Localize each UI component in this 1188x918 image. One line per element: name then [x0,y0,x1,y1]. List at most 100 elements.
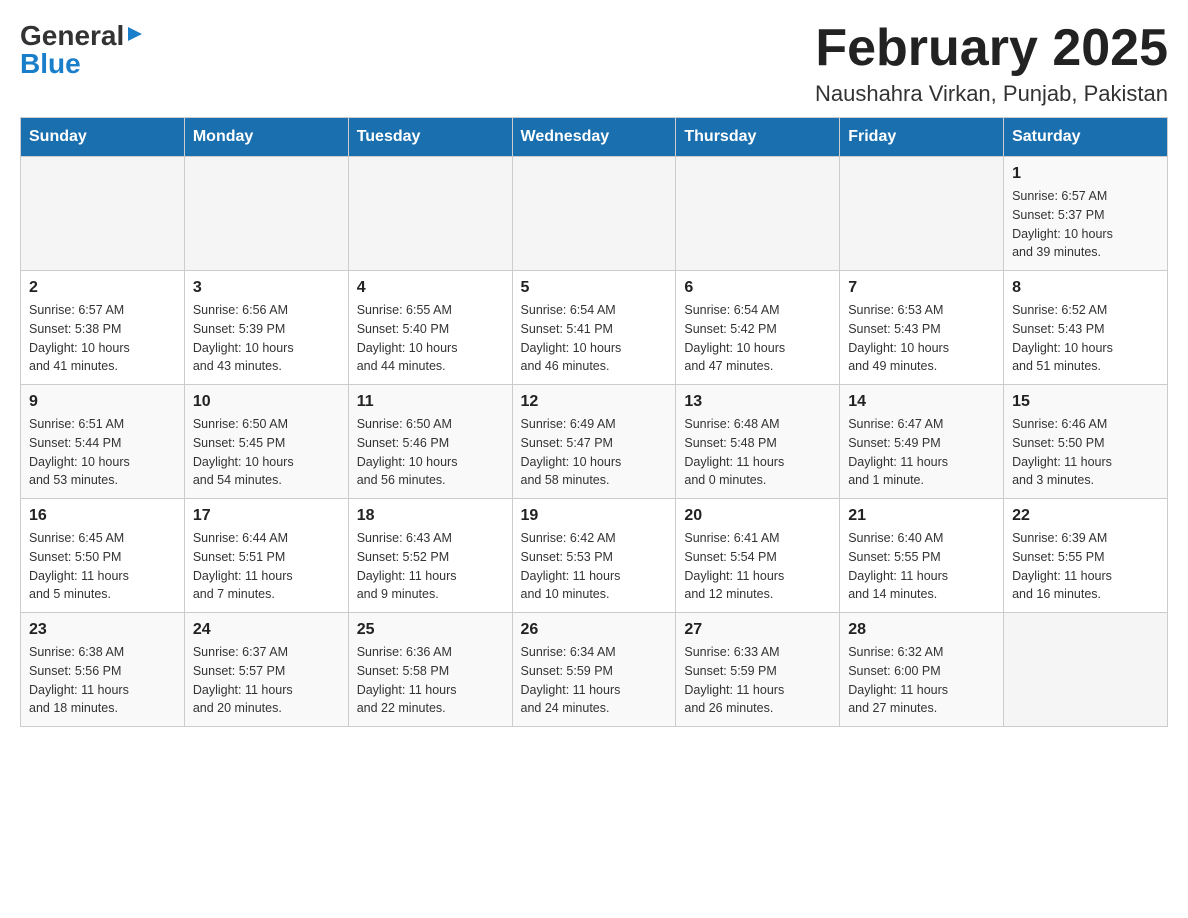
day-info: Sunrise: 6:38 AM Sunset: 5:56 PM Dayligh… [29,643,176,718]
calendar-cell: 18 Sunrise: 6:43 AM Sunset: 5:52 PM Dayli… [348,499,512,613]
calendar-cell: 19 Sunrise: 6:42 AM Sunset: 5:53 PM Dayli… [512,499,676,613]
calendar-cell: 3 Sunrise: 6:56 AM Sunset: 5:39 PM Daylig… [184,271,348,385]
calendar-cell: 26Sunrise: 6:34 AM Sunset: 5:59 PM Dayli… [512,613,676,727]
day-info: Sunrise: 6:36 AM Sunset: 5:58 PM Dayligh… [357,643,504,718]
day-number: 9 [29,393,176,411]
calendar-cell: 22Sunrise: 6:39 AM Sunset: 5:55 PM Dayli… [1004,499,1168,613]
day-info: Sunrise: 6:51 AM Sunset: 5:44 PM Dayligh… [29,415,176,490]
calendar-cell: 6Sunrise: 6:54 AM Sunset: 5:42 PM Daylig… [676,271,840,385]
day-number: 19 [521,507,668,525]
day-info: Sunrise: 6:52 AM Sunset: 5:43 PM Dayligh… [1012,301,1159,376]
day-number: 17 [193,507,340,525]
calendar-cell: 2 Sunrise: 6:57 AM Sunset: 5:38 PM Daylig… [21,271,185,385]
day-number: 8 [1012,279,1159,297]
day-info: Sunrise: 6:53 AM Sunset: 5:43 PM Dayligh… [848,301,995,376]
day-info: Sunrise: 6:37 AM Sunset: 5:57 PM Dayligh… [193,643,340,718]
day-info: Sunrise: 6:54 AM Sunset: 5:41 PM Dayligh… [521,301,668,376]
day-info: Sunrise: 6:43 AM Sunset: 5:52 PM Dayligh… [357,529,504,604]
month-title: February 2025 [815,20,1168,77]
calendar-cell: 15 Sunrise: 6:46 AM Sunset: 5:50 PM Dayli… [1004,385,1168,499]
day-number: 6 [684,279,831,297]
calendar-cell: 8 Sunrise: 6:52 AM Sunset: 5:43 PM Daylig… [1004,271,1168,385]
calendar-cell [512,157,676,271]
day-number: 7 [848,279,995,297]
day-number: 18 [357,507,504,525]
day-info: Sunrise: 6:46 AM Sunset: 5:50 PM Dayligh… [1012,415,1159,490]
calendar-cell [184,157,348,271]
day-number: 25 [357,621,504,639]
week-row-3: 9 Sunrise: 6:51 AM Sunset: 5:44 PM Daylig… [21,385,1168,499]
day-number: 14 [848,393,995,411]
calendar-cell: 5Sunrise: 6:54 AM Sunset: 5:41 PM Daylig… [512,271,676,385]
calendar-cell: 20 Sunrise: 6:41 AM Sunset: 5:54 PM Dayli… [676,499,840,613]
calendar-cell: 25 Sunrise: 6:36 AM Sunset: 5:58 PM Dayli… [348,613,512,727]
calendar-cell [676,157,840,271]
calendar-cell [1004,613,1168,727]
day-number: 4 [357,279,504,297]
header-friday: Friday [840,118,1004,157]
logo-arrow-icon [126,25,144,48]
day-info: Sunrise: 6:57 AM Sunset: 5:38 PM Dayligh… [29,301,176,376]
header-tuesday: Tuesday [348,118,512,157]
calendar-cell: 12Sunrise: 6:49 AM Sunset: 5:47 PM Dayli… [512,385,676,499]
day-info: Sunrise: 6:56 AM Sunset: 5:39 PM Dayligh… [193,301,340,376]
day-number: 1 [1012,165,1159,183]
calendar-cell [348,157,512,271]
day-number: 27 [684,621,831,639]
page-header: General Blue February 2025 Naushahra Vir… [20,20,1168,107]
calendar-cell: 21 Sunrise: 6:40 AM Sunset: 5:55 PM Dayli… [840,499,1004,613]
calendar-cell: 16 Sunrise: 6:45 AM Sunset: 5:50 PM Dayli… [21,499,185,613]
calendar-cell: 28 Sunrise: 6:32 AM Sunset: 6:00 PM Dayli… [840,613,1004,727]
calendar-cell: 13Sunrise: 6:48 AM Sunset: 5:48 PM Dayli… [676,385,840,499]
header-saturday: Saturday [1004,118,1168,157]
calendar-cell [840,157,1004,271]
header-monday: Monday [184,118,348,157]
day-info: Sunrise: 6:40 AM Sunset: 5:55 PM Dayligh… [848,529,995,604]
week-row-5: 23 Sunrise: 6:38 AM Sunset: 5:56 PM Dayli… [21,613,1168,727]
day-number: 26 [521,621,668,639]
day-number: 2 [29,279,176,297]
day-info: Sunrise: 6:45 AM Sunset: 5:50 PM Dayligh… [29,529,176,604]
day-info: Sunrise: 6:50 AM Sunset: 5:45 PM Dayligh… [193,415,340,490]
header-sunday: Sunday [21,118,185,157]
day-info: Sunrise: 6:55 AM Sunset: 5:40 PM Dayligh… [357,301,504,376]
calendar-cell: 10 Sunrise: 6:50 AM Sunset: 5:45 PM Dayli… [184,385,348,499]
day-number: 10 [193,393,340,411]
header-wednesday: Wednesday [512,118,676,157]
day-info: Sunrise: 6:50 AM Sunset: 5:46 PM Dayligh… [357,415,504,490]
calendar-cell: 23 Sunrise: 6:38 AM Sunset: 5:56 PM Dayli… [21,613,185,727]
day-info: Sunrise: 6:42 AM Sunset: 5:53 PM Dayligh… [521,529,668,604]
week-row-1: 1 Sunrise: 6:57 AM Sunset: 5:37 PM Daylig… [21,157,1168,271]
day-info: Sunrise: 6:33 AM Sunset: 5:59 PM Dayligh… [684,643,831,718]
day-info: Sunrise: 6:32 AM Sunset: 6:00 PM Dayligh… [848,643,995,718]
day-number: 15 [1012,393,1159,411]
day-number: 16 [29,507,176,525]
week-row-2: 2 Sunrise: 6:57 AM Sunset: 5:38 PM Daylig… [21,271,1168,385]
day-number: 13 [684,393,831,411]
calendar-cell [21,157,185,271]
calendar-cell: 14 Sunrise: 6:47 AM Sunset: 5:49 PM Dayli… [840,385,1004,499]
day-number: 20 [684,507,831,525]
day-number: 24 [193,621,340,639]
header-thursday: Thursday [676,118,840,157]
calendar-cell: 1 Sunrise: 6:57 AM Sunset: 5:37 PM Daylig… [1004,157,1168,271]
calendar-cell: 27 Sunrise: 6:33 AM Sunset: 5:59 PM Dayli… [676,613,840,727]
day-info: Sunrise: 6:44 AM Sunset: 5:51 PM Dayligh… [193,529,340,604]
day-info: Sunrise: 6:57 AM Sunset: 5:37 PM Dayligh… [1012,187,1159,262]
day-info: Sunrise: 6:41 AM Sunset: 5:54 PM Dayligh… [684,529,831,604]
day-number: 21 [848,507,995,525]
calendar-cell: 9 Sunrise: 6:51 AM Sunset: 5:44 PM Daylig… [21,385,185,499]
calendar-cell: 17 Sunrise: 6:44 AM Sunset: 5:51 PM Dayli… [184,499,348,613]
day-number: 28 [848,621,995,639]
day-info: Sunrise: 6:47 AM Sunset: 5:49 PM Dayligh… [848,415,995,490]
day-number: 3 [193,279,340,297]
calendar-cell: 4 Sunrise: 6:55 AM Sunset: 5:40 PM Daylig… [348,271,512,385]
calendar-table: Sunday Monday Tuesday Wednesday Thursday… [20,117,1168,727]
day-info: Sunrise: 6:49 AM Sunset: 5:47 PM Dayligh… [521,415,668,490]
logo-blue-text: Blue [20,48,81,80]
day-number: 23 [29,621,176,639]
title-block: February 2025 Naushahra Virkan, Punjab, … [815,20,1168,107]
week-row-4: 16 Sunrise: 6:45 AM Sunset: 5:50 PM Dayli… [21,499,1168,613]
day-number: 22 [1012,507,1159,525]
weekday-header-row: Sunday Monday Tuesday Wednesday Thursday… [21,118,1168,157]
